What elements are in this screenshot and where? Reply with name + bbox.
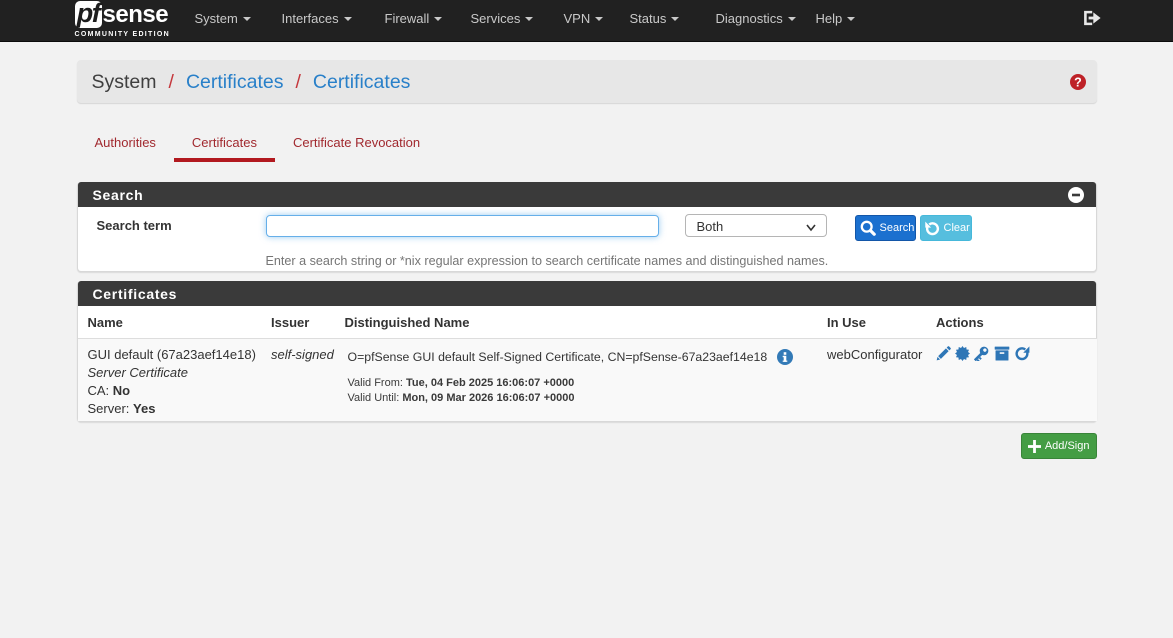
svg-text:?: ? — [1074, 76, 1082, 90]
